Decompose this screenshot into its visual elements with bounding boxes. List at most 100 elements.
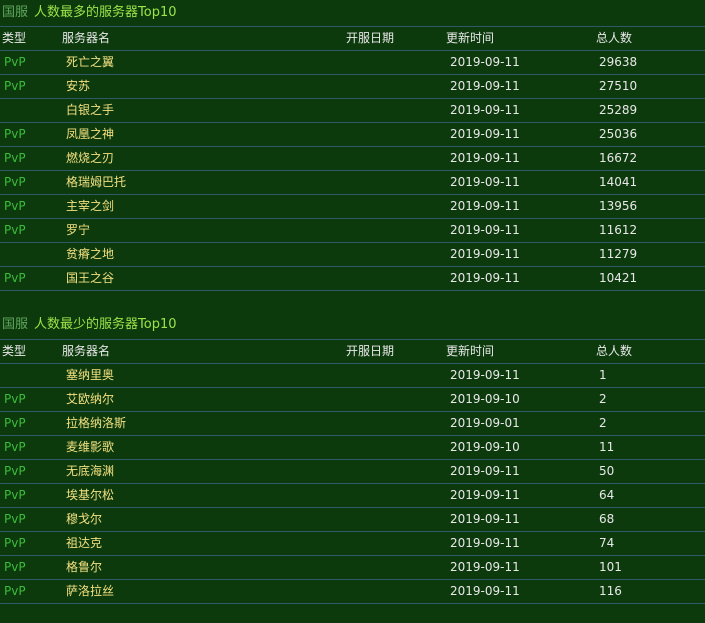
table-row: 贫瘠之地 2019-09-11 11279: [0, 243, 705, 267]
server-type: PvP: [4, 440, 26, 454]
table-header: 类型 服务器名 开服日期 更新时间 总人数: [0, 27, 705, 51]
col-name-header: 服务器名: [62, 31, 111, 45]
table-row: PvP 艾欧纳尔 2019-09-10 2: [0, 388, 705, 412]
total-players: 27510: [599, 79, 638, 93]
server-name-link[interactable]: 格瑞姆巴托: [66, 171, 126, 194]
server-type: PvP: [4, 151, 26, 165]
server-name-link[interactable]: 艾欧纳尔: [66, 388, 114, 411]
updated-date: 2019-09-11: [450, 79, 520, 93]
server-name-link[interactable]: 麦维影歌: [66, 436, 114, 459]
server-type: PvP: [4, 223, 26, 237]
total-players: 64: [599, 488, 615, 502]
col-updated-header: 更新时间: [446, 344, 495, 358]
total-players: 2: [599, 392, 607, 406]
updated-date: 2019-09-11: [450, 127, 520, 141]
server-name-link[interactable]: 无底海渊: [66, 460, 114, 483]
total-players: 29638: [599, 55, 638, 69]
most-populated-section: 国服 人数最多的服务器Top10 类型 服务器名 开服日期 更新时间 总人数 Pv…: [0, 0, 705, 291]
least-populated-section: 国服 人数最少的服务器Top10 类型 服务器名 开服日期 更新时间 总人数 塞纳…: [0, 311, 705, 604]
updated-date: 2019-09-11: [450, 103, 520, 117]
updated-date: 2019-09-11: [450, 536, 520, 550]
server-name-link[interactable]: 格鲁尔: [66, 556, 102, 579]
updated-date: 2019-09-11: [450, 560, 520, 574]
table-row: PvP 格瑞姆巴托 2019-09-11 14041: [0, 171, 705, 195]
server-name-link[interactable]: 凤凰之神: [66, 123, 114, 146]
server-type: PvP: [4, 560, 26, 574]
server-name-link[interactable]: 罗宁: [66, 219, 90, 242]
table-row: PvP 祖达克 2019-09-11 74: [0, 532, 705, 556]
updated-date: 2019-09-11: [450, 512, 520, 526]
table-row: PvP 拉格纳洛斯 2019-09-01 2: [0, 412, 705, 436]
server-name-link[interactable]: 祖达克: [66, 532, 102, 555]
server-type: PvP: [4, 127, 26, 141]
col-type-header: 类型: [2, 344, 27, 358]
updated-date: 2019-09-11: [450, 368, 520, 382]
table-row: PvP 无底海渊 2019-09-11 50: [0, 460, 705, 484]
server-name-link[interactable]: 埃基尔松: [66, 484, 114, 507]
total-players: 11612: [599, 223, 638, 237]
col-type-header: 类型: [2, 31, 27, 45]
updated-date: 2019-09-11: [450, 247, 520, 261]
server-type: PvP: [4, 584, 26, 598]
col-updated-header: 更新时间: [446, 31, 495, 45]
server-name-link[interactable]: 塞纳里奥: [66, 364, 114, 387]
server-name-link[interactable]: 拉格纳洛斯: [66, 412, 126, 435]
section-header: 国服 人数最少的服务器Top10: [0, 311, 705, 340]
col-open-date-header: 开服日期: [346, 31, 395, 45]
table-row: PvP 萨洛拉丝 2019-09-11 116: [0, 580, 705, 604]
server-type: PvP: [4, 175, 26, 189]
server-type: PvP: [4, 512, 26, 526]
server-type: PvP: [4, 79, 26, 93]
server-name-link[interactable]: 国王之谷: [66, 267, 114, 290]
total-players: 10421: [599, 271, 638, 285]
total-players: 11: [599, 440, 615, 454]
table-row: PvP 主宰之剑 2019-09-11 13956: [0, 195, 705, 219]
total-players: 50: [599, 464, 615, 478]
region-label[interactable]: 国服: [2, 317, 28, 332]
total-players: 11279: [599, 247, 638, 261]
server-name-link[interactable]: 萨洛拉丝: [66, 580, 114, 603]
col-name-header: 服务器名: [62, 344, 111, 358]
total-players: 2: [599, 416, 607, 430]
table-row: PvP 死亡之翼 2019-09-11 29638: [0, 51, 705, 75]
server-type: PvP: [4, 464, 26, 478]
server-name-link[interactable]: 白银之手: [66, 99, 114, 122]
total-players: 74: [599, 536, 615, 550]
server-type: PvP: [4, 271, 26, 285]
server-type: PvP: [4, 416, 26, 430]
col-total-header: 总人数: [596, 31, 633, 45]
region-label[interactable]: 国服: [2, 5, 28, 20]
table-row: 塞纳里奥 2019-09-11 1: [0, 364, 705, 388]
server-name-link[interactable]: 安苏: [66, 75, 90, 98]
server-name-link[interactable]: 贫瘠之地: [66, 243, 114, 266]
updated-date: 2019-09-11: [450, 55, 520, 69]
updated-date: 2019-09-11: [450, 271, 520, 285]
table-row: PvP 格鲁尔 2019-09-11 101: [0, 556, 705, 580]
server-name-link[interactable]: 主宰之剑: [66, 195, 114, 218]
total-players: 101: [599, 560, 622, 574]
total-players: 16672: [599, 151, 638, 165]
total-players: 25289: [599, 103, 638, 117]
updated-date: 2019-09-11: [450, 151, 520, 165]
table-row: PvP 国王之谷 2019-09-11 10421: [0, 267, 705, 291]
total-players: 1: [599, 368, 607, 382]
table-row: PvP 罗宁 2019-09-11 11612: [0, 219, 705, 243]
updated-date: 2019-09-11: [450, 464, 520, 478]
server-name-link[interactable]: 死亡之翼: [66, 51, 114, 74]
server-name-link[interactable]: 穆戈尔: [66, 508, 102, 531]
server-type: PvP: [4, 199, 26, 213]
table-row: PvP 安苏 2019-09-11 27510: [0, 75, 705, 99]
server-type: PvP: [4, 392, 26, 406]
section-header: 国服 人数最多的服务器Top10: [0, 0, 705, 27]
total-players: 68: [599, 512, 615, 526]
section-title: 人数最多的服务器Top10: [34, 5, 177, 20]
updated-date: 2019-09-11: [450, 199, 520, 213]
col-total-header: 总人数: [596, 344, 633, 358]
total-players: 116: [599, 584, 622, 598]
server-name-link[interactable]: 燃烧之刃: [66, 147, 114, 170]
table-row: PvP 麦维影歌 2019-09-10 11: [0, 436, 705, 460]
updated-date: 2019-09-11: [450, 488, 520, 502]
server-type: PvP: [4, 536, 26, 550]
server-type: PvP: [4, 55, 26, 69]
